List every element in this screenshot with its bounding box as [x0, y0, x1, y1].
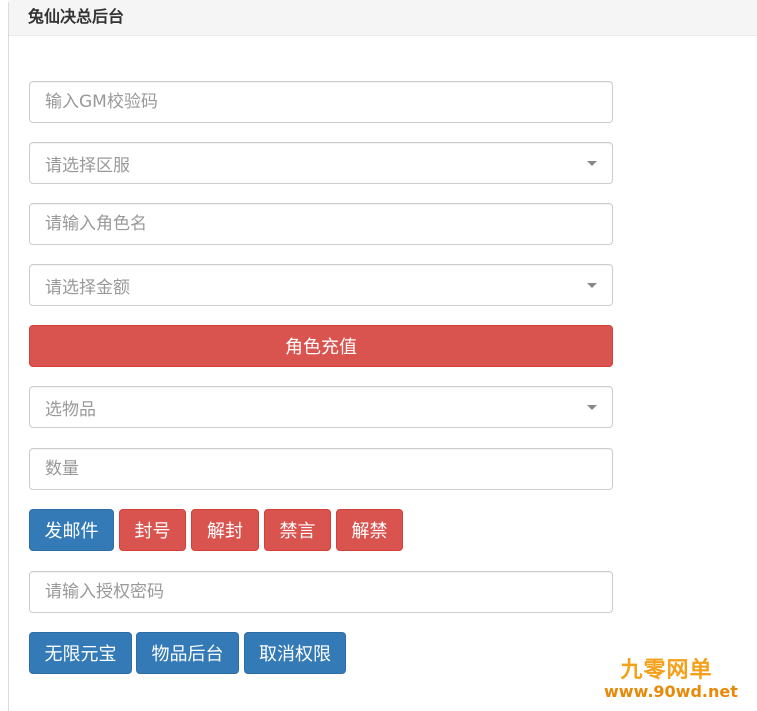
amount-select-label: 请选择金额	[45, 277, 130, 298]
gm-code-input[interactable]	[29, 81, 613, 123]
mute-button[interactable]: 禁言	[264, 509, 331, 551]
watermark-url-text: www.90wd.net	[604, 682, 738, 701]
ban-button[interactable]: 封号	[119, 509, 186, 551]
role-name-input[interactable]	[29, 203, 613, 245]
unlimited-yuanbao-button[interactable]: 无限元宝	[29, 632, 132, 674]
quantity-input[interactable]	[29, 448, 613, 490]
amount-select[interactable]: 请选择金额	[29, 264, 613, 306]
chevron-down-icon	[587, 404, 597, 410]
panel-title: 兔仙决总后台	[9, 0, 757, 36]
unban-button[interactable]: 解封	[191, 509, 259, 551]
auth-code-input[interactable]	[29, 571, 613, 613]
chevron-down-icon	[587, 160, 597, 166]
admin-panel: 兔仙决总后台 请选择区服 请选择金额 角色充值 选物品 发邮件 封号 解封 禁言…	[8, 0, 757, 711]
unmute-button[interactable]: 解禁	[336, 509, 403, 551]
server-select-label: 请选择区服	[45, 155, 130, 176]
send-mail-button[interactable]: 发邮件	[29, 509, 114, 551]
chevron-down-icon	[587, 282, 597, 288]
item-select[interactable]: 选物品	[29, 386, 613, 428]
revoke-permission-button[interactable]: 取消权限	[244, 632, 346, 674]
item-backend-button[interactable]: 物品后台	[136, 632, 239, 674]
watermark-cn-text: 九零网单	[620, 658, 713, 683]
server-select[interactable]: 请选择区服	[29, 142, 613, 184]
watermark-logo: 九零网单 www.90wd.net	[604, 658, 738, 701]
recharge-button[interactable]: 角色充值	[29, 325, 613, 367]
item-select-label: 选物品	[45, 399, 96, 420]
